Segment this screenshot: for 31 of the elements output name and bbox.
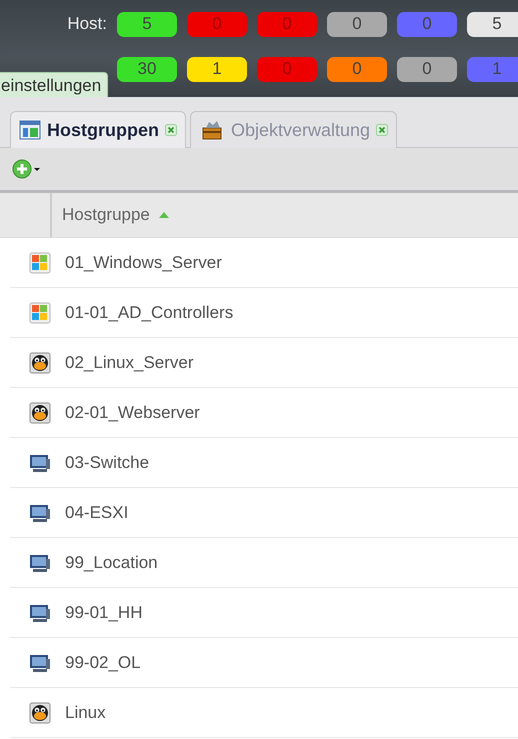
window-icon — [19, 119, 41, 141]
column-header[interactable]: Hostgruppe — [62, 205, 150, 225]
penguin-icon — [29, 402, 51, 424]
host-count[interactable]: 5 — [117, 12, 177, 36]
service-count[interactable]: 30 — [117, 56, 177, 82]
table-cell[interactable]: 03-Switche — [65, 452, 150, 472]
table-cell[interactable]: Linux — [65, 702, 106, 722]
host-label: Host: — [66, 14, 107, 34]
penguin-icon — [29, 702, 51, 724]
table-cell[interactable]: 99-02_OL — [65, 652, 141, 672]
tooltip: einstellungen — [0, 72, 108, 97]
close-icon[interactable] — [165, 124, 177, 136]
table-cell[interactable]: 01-01_AD_Controllers — [65, 302, 234, 322]
service-count[interactable]: 0 — [327, 56, 387, 82]
close-icon[interactable] — [376, 124, 388, 136]
service-count[interactable]: 0 — [397, 56, 457, 82]
table-cell[interactable]: 99_Location — [65, 552, 158, 572]
table-cell[interactable]: 99-01_HH — [65, 602, 142, 622]
add-icon — [12, 159, 42, 179]
host-count[interactable]: 0 — [327, 12, 387, 36]
tab[interactable]: Hostgruppen — [10, 111, 186, 148]
table-cell[interactable]: 01_Windows_Server — [65, 252, 222, 272]
table-cell[interactable]: 02-01_Webserver — [65, 402, 200, 422]
windows-flag-icon — [29, 302, 51, 324]
service-count[interactable]: 1 — [187, 56, 247, 82]
table-cell[interactable]: 02_Linux_Server — [65, 352, 194, 372]
windows-flag-icon — [29, 252, 51, 274]
host-count[interactable]: 5 — [467, 12, 518, 36]
add-button[interactable] — [12, 159, 42, 179]
penguin-icon — [29, 352, 51, 374]
table-cell[interactable]: 04-ESXI — [65, 502, 128, 522]
